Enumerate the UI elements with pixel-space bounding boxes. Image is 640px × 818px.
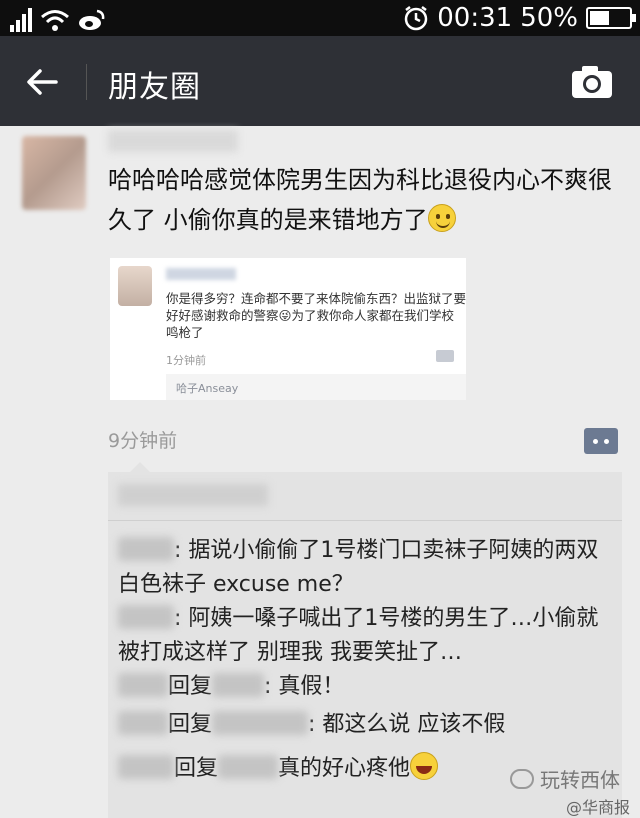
avatar[interactable] (22, 136, 86, 210)
wechat-logo-icon (510, 768, 534, 789)
status-right: 00:31 50% (403, 0, 636, 36)
comment-separator: : (174, 606, 189, 631)
battery-percent: 50% (520, 3, 578, 33)
embedded-more-icon (436, 350, 454, 362)
commenter-name-blurred (118, 605, 174, 629)
embedded-comment-text: 哈子Anseay (176, 382, 239, 395)
reply-target-blurred (212, 711, 309, 735)
source-watermark: @华商报 (566, 798, 631, 817)
embedded-post-text: 你是得多穷？连命都不要了来体院偷东西？出监狱了要好好感谢救命的警察😜为了救你命人… (166, 291, 466, 340)
author-name-blurred[interactable] (108, 130, 238, 152)
reply-word: 回复 (174, 756, 219, 781)
more-options-icon[interactable] (584, 428, 618, 454)
comment-reply-item[interactable]: 回复: 真假！ (118, 670, 618, 704)
comment-reply-item[interactable]: 回复: 都这么说 应该不假 (118, 708, 618, 742)
embedded-avatar (118, 266, 152, 306)
back-arrow-icon[interactable] (22, 62, 62, 102)
status-left-icons (10, 4, 106, 32)
comment-item[interactable]: : 阿姨一嗓子喊出了1号楼的男生了…小偷就被打成这样了 别理我 我要笑扯了… (118, 602, 618, 670)
comment-separator: : (308, 712, 323, 737)
wifi-icon (41, 10, 69, 31)
alarm-icon (405, 6, 428, 31)
post-timestamp: 9分钟前 (108, 430, 178, 452)
post-text: 哈哈哈哈感觉体院男生因为科比退役内心不爽很久了 小偷你真的是来错地方了 (108, 160, 628, 240)
laughing-emoji-icon (410, 752, 439, 780)
battery-level-fill (590, 11, 609, 25)
nav-divider (86, 64, 87, 100)
signal-icon (10, 8, 32, 32)
reply-target-blurred (212, 673, 265, 697)
clock-time: 00:31 (437, 3, 513, 33)
embedded-screenshot[interactable]: 你是得多穷？连命都不要了来体院偷东西？出监狱了要好好感谢救命的警察😜为了救你命人… (110, 258, 466, 400)
weibo-icon (79, 9, 105, 30)
embedded-post-time: 1分钟前 (166, 354, 206, 367)
watermark-text: 玩转西体 (540, 768, 620, 792)
navigation-bar: 朋友圈 (0, 36, 640, 126)
embedded-comment-preview: 哈子Anseay (166, 374, 466, 400)
page-title: 朋友圈 (108, 70, 201, 105)
camera-icon[interactable] (570, 64, 614, 100)
post-text-content: 哈哈哈哈感觉体院男生因为科比退役内心不爽很久了 小偷你真的是来错地方了 (108, 166, 612, 234)
comment-text: 真的好心疼他 (278, 756, 411, 781)
commenter-name-blurred (118, 711, 168, 735)
embedded-author-blurred (166, 268, 236, 280)
reply-word: 回复 (168, 712, 213, 737)
comment-text: 阿姨一嗓子喊出了1号楼的男生了…小偷就被打成这样了 别理我 我要笑扯了… (118, 606, 599, 665)
comment-text: 据说小偷偷了1号楼门口卖袜子阿姨的两双白色袜子 excuse me？ (118, 538, 599, 597)
comment-separator: : (174, 538, 189, 563)
comment-item[interactable]: : 据说小偷偷了1号楼门口卖袜子阿姨的两双白色袜子 excuse me？ (118, 534, 618, 602)
smile-emoji-icon (427, 204, 456, 232)
reply-word: 回复 (168, 674, 213, 699)
commenter-name-blurred (118, 673, 168, 697)
comment-separator: : (264, 674, 279, 699)
comments-divider (108, 520, 622, 521)
status-bar: 00:31 50% (0, 0, 640, 36)
battery-icon (586, 7, 636, 29)
comment-text: 都这么说 应该不假 (322, 712, 506, 737)
commenter-name-blurred (118, 537, 174, 561)
likes-row-blurred (118, 484, 268, 506)
comment-text: 真假！ (278, 674, 345, 699)
wechat-watermark: 玩转西体 (510, 764, 620, 793)
commenter-name-blurred (118, 755, 174, 779)
reply-target-blurred (218, 755, 279, 779)
